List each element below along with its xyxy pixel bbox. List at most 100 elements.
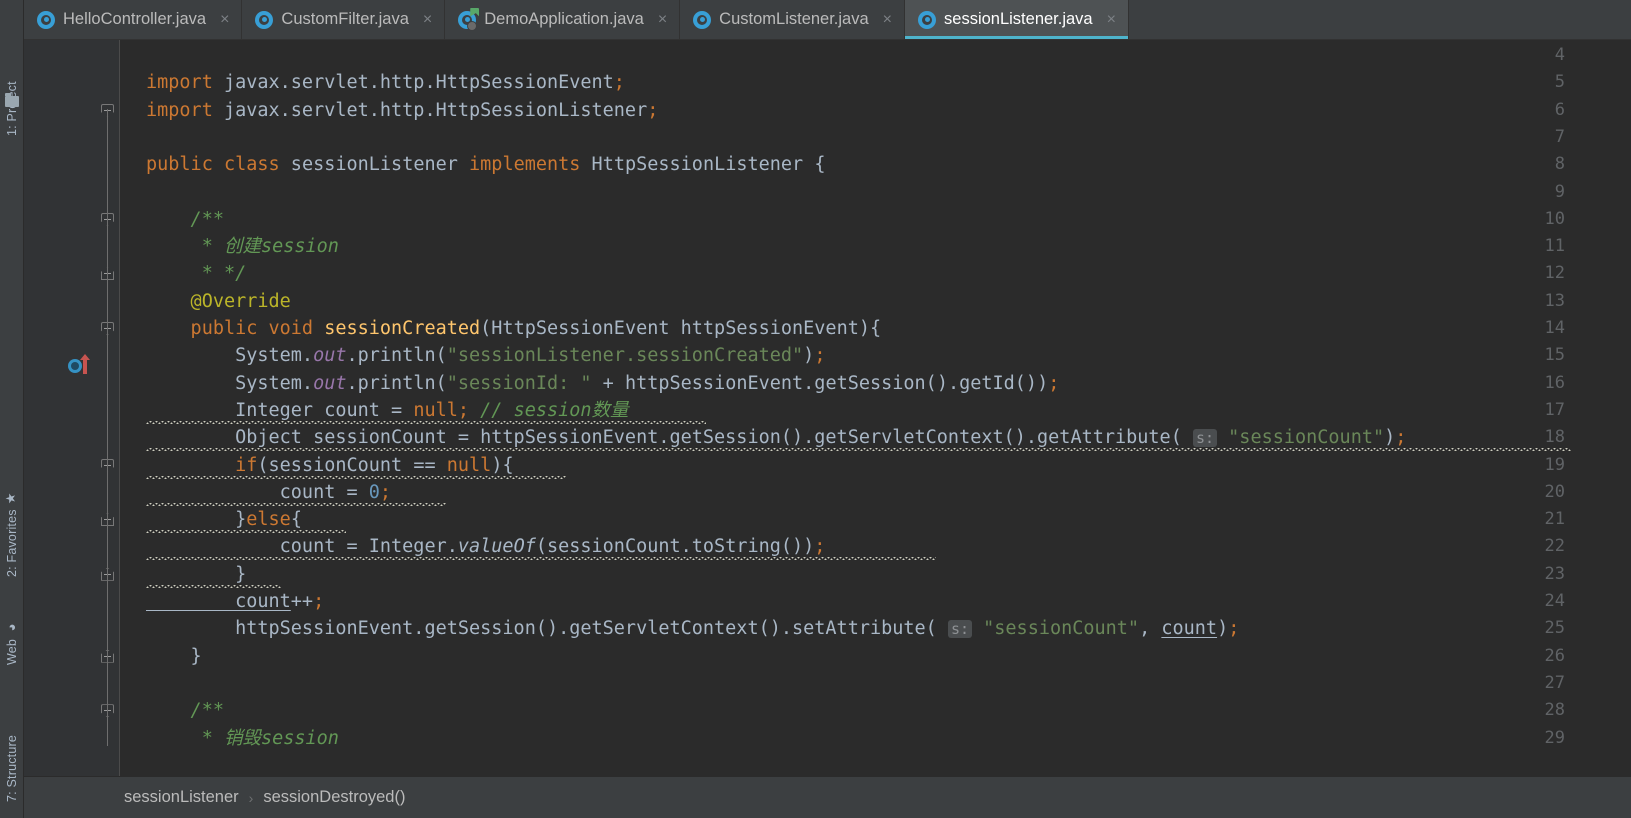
- code-token: ,: [1139, 618, 1162, 640]
- folder-icon: [5, 93, 19, 107]
- tool-window-label: 7: Structure: [5, 734, 19, 802]
- code-line: * 创建session: [146, 233, 339, 260]
- code-line: public class sessionListener implements …: [146, 151, 825, 178]
- marker-ring: [68, 359, 82, 373]
- code-token: @Override: [146, 290, 291, 312]
- code-token: }: [146, 645, 202, 667]
- code-token: javax.servlet.http.HttpSessionEvent: [212, 72, 614, 94]
- implementing-method-marker-icon[interactable]: [68, 354, 92, 375]
- code-token: if: [146, 454, 258, 476]
- code-editor[interactable]: 4 5 6 7 8 9 10 11 12 13 14 15 16 17 18 19 20 21 22 23 24 25 26…: [24, 40, 1631, 776]
- code-token: (sessionCount.toString()): [535, 536, 815, 558]
- code-token: public: [146, 154, 213, 176]
- code-token: * 销毁session: [146, 727, 339, 749]
- editor-tab-customfilter[interactable]: CustomFilter.java ×: [242, 0, 446, 39]
- close-icon[interactable]: ×: [218, 11, 231, 28]
- star-icon: ★: [4, 490, 20, 506]
- code-token: // session数量: [469, 399, 629, 421]
- spring-badge-icon: [470, 7, 480, 17]
- code-token: null: [446, 454, 492, 476]
- code-line: import javax.servlet.http.HttpSessionLis…: [146, 97, 658, 124]
- warning-squiggle: [146, 475, 566, 479]
- tool-window-label: 1: Project: [5, 81, 19, 136]
- code-token: count = Integer.: [146, 536, 458, 558]
- code-line: System.out.println("sessionId: " + httpS…: [146, 370, 1059, 397]
- warning-squiggle: [146, 448, 1571, 452]
- close-icon[interactable]: ×: [656, 11, 669, 28]
- close-icon[interactable]: ×: [881, 11, 894, 28]
- editor-tab-hellocontroller[interactable]: HelloController.java ×: [24, 0, 243, 39]
- code-token: 0: [368, 481, 380, 503]
- tool-window-button-web[interactable]: Web ◕: [0, 595, 24, 665]
- tool-window-button-project[interactable]: 1: Project: [0, 44, 24, 136]
- code-token: .println(: [346, 372, 447, 394]
- code-token: * 创建session: [146, 236, 339, 258]
- code-token: ): [1217, 618, 1229, 640]
- code-token: javax.servlet.http.HttpSessionListener: [212, 99, 648, 121]
- code-token: "sessionCount": [983, 618, 1140, 640]
- editor-tab-bar: HelloController.java × CustomFilter.java…: [24, 0, 1631, 40]
- tool-window-label: Web: [5, 638, 19, 665]
- code-token: ;: [1048, 372, 1060, 394]
- code-token: implements: [469, 154, 581, 176]
- code-line: * 销毁session: [146, 725, 339, 752]
- code-line: @Override: [146, 288, 291, 315]
- tool-window-button-favorites[interactable]: 2: Favorites ★: [0, 462, 24, 577]
- code-line: import javax.servlet.http.HttpSessionEve…: [146, 69, 625, 96]
- chevron-right-icon: ›: [248, 789, 254, 806]
- code-token: count =: [146, 481, 369, 503]
- java-class-icon: [255, 10, 274, 29]
- parameter-hint: s:: [947, 620, 972, 639]
- code-token: ;: [1395, 427, 1407, 449]
- close-icon[interactable]: ×: [1105, 11, 1118, 28]
- code-content[interactable]: import javax.servlet.http.HttpSessionEve…: [120, 40, 1631, 776]
- code-token: ++: [290, 591, 314, 612]
- code-token: count: [146, 591, 291, 612]
- editor-tab-demoapplication[interactable]: DemoApplication.java ×: [445, 0, 681, 39]
- code-token: ): [1384, 427, 1396, 449]
- code-token: Integer count =: [146, 399, 414, 421]
- editor-tab-sessionlistener[interactable]: sessionListener.java ×: [905, 0, 1129, 39]
- code-token: ;: [313, 591, 325, 612]
- tab-label: DemoApplication.java: [484, 10, 644, 28]
- code-token: public void: [146, 318, 314, 339]
- code-line: * */: [146, 260, 247, 287]
- code-token: sessionListener: [279, 154, 470, 176]
- code-line: }: [146, 643, 202, 670]
- code-token: ;: [457, 399, 470, 421]
- code-token: out: [313, 372, 347, 394]
- warning-squiggle: [146, 584, 281, 588]
- editor-gutter[interactable]: [24, 40, 120, 776]
- close-icon[interactable]: ×: [421, 11, 434, 28]
- code-token: * */: [146, 263, 247, 285]
- parameter-hint: s:: [1192, 429, 1218, 448]
- code-token: {: [290, 509, 302, 531]
- editor-tab-customlistener[interactable]: CustomListener.java ×: [680, 0, 906, 39]
- marker-arrow: [80, 354, 90, 374]
- java-class-icon: [918, 10, 937, 29]
- code-token: import: [146, 72, 213, 94]
- warning-squiggle: [146, 530, 346, 534]
- breadcrumb-item-method[interactable]: sessionDestroyed(): [263, 788, 405, 807]
- code-line: count++;: [146, 588, 324, 615]
- code-token: (HttpSessionEvent httpSessionEvent){: [480, 318, 882, 339]
- breadcrumb-item-class[interactable]: sessionListener: [124, 788, 239, 807]
- code-token: class: [223, 154, 280, 176]
- code-token: ): [803, 345, 815, 367]
- code-token: ;: [1228, 618, 1240, 640]
- tab-label: sessionListener.java: [944, 10, 1093, 28]
- tab-label: CustomFilter.java: [281, 10, 409, 28]
- breadcrumb: sessionListener › sessionDestroyed(): [24, 776, 1631, 818]
- warning-squiggle: [146, 557, 936, 561]
- code-token: out: [313, 345, 347, 367]
- code-token: /**: [146, 208, 224, 230]
- code-token: sessionCreated: [313, 318, 481, 339]
- code-token: ){: [491, 454, 514, 476]
- code-token: ;: [613, 72, 625, 94]
- code-token: valueOf: [457, 536, 536, 558]
- code-token: ;: [814, 536, 826, 558]
- code-token: (sessionCount ==: [257, 454, 447, 476]
- left-tool-window-strip: 1: Project 2: Favorites ★ Web ◕ 7: Struc…: [0, 0, 24, 818]
- tool-window-button-structure[interactable]: 7: Structure: [0, 690, 24, 802]
